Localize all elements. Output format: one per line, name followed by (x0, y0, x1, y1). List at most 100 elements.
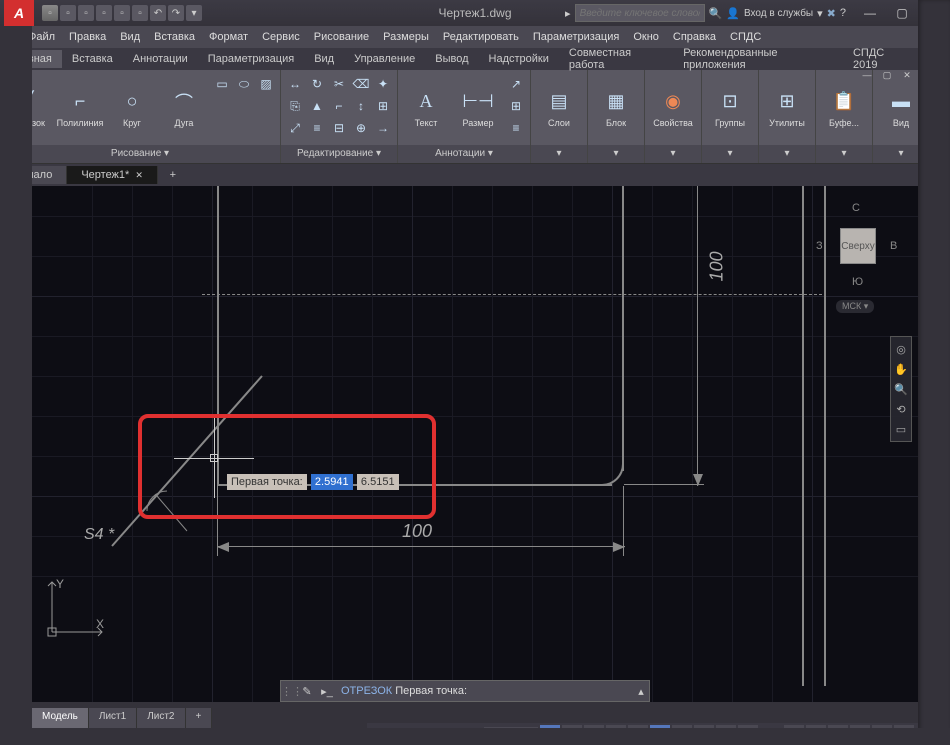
signin-icon[interactable]: 👤 (726, 7, 740, 20)
extend-icon[interactable]: → (373, 118, 393, 138)
array-icon[interactable]: ⊞ (373, 96, 393, 116)
viewcube-face[interactable]: Сверху (840, 228, 876, 264)
menu-help[interactable]: Справка (667, 29, 722, 45)
menu-insert[interactable]: Вставка (148, 29, 201, 45)
viewcube-north[interactable]: С (852, 202, 860, 214)
exchange-icon[interactable]: ✖ (827, 7, 836, 20)
hatch-icon[interactable]: ▨ (256, 74, 276, 94)
menu-modify[interactable]: Редактировать (437, 29, 525, 45)
nav-pan-icon[interactable]: ✋ (891, 359, 911, 379)
text-button[interactable]: АТекст (402, 74, 450, 141)
mirror-icon[interactable]: ▲ (307, 96, 327, 116)
menu-view[interactable]: Вид (114, 29, 146, 45)
nav-zoom-icon[interactable]: 🔍 (891, 379, 911, 399)
panel-utils-title[interactable]: ▾ (759, 145, 815, 163)
properties-button[interactable]: ◉Свойства (649, 74, 697, 141)
nav-showmotion-icon[interactable]: ▭ (891, 419, 911, 439)
panel-layers-title[interactable]: ▾ (531, 145, 587, 163)
panel-props-title[interactable]: ▾ (645, 145, 701, 163)
ribbon-tab-addins[interactable]: Надстройки (479, 50, 559, 68)
command-line[interactable]: ⋮⋮ ✎ ▸_ ОТРЕЗОК Первая точка: ▴ (280, 680, 650, 702)
block-button[interactable]: ▦Блок (592, 74, 640, 141)
menu-draw[interactable]: Рисование (308, 29, 375, 45)
tab-layout1[interactable]: Лист1 (89, 708, 137, 728)
dimension-button[interactable]: ⊢⊣Размер (454, 74, 502, 141)
qat-redo-icon[interactable]: ↷ (168, 5, 184, 21)
qat-open-icon[interactable]: ▫ (60, 5, 76, 21)
panel-annot-title[interactable]: Аннотации ▾ (398, 145, 530, 163)
viewcube-wcs[interactable]: МСК ▾ (836, 300, 874, 313)
groups-button[interactable]: ⊡Группы (706, 74, 754, 141)
maximize-button[interactable]: ▢ (886, 0, 918, 26)
nav-orbit-icon[interactable]: ⟲ (891, 399, 911, 419)
arc-button[interactable]: ⌒Дуга (160, 74, 208, 141)
menu-parametric[interactable]: Параметризация (527, 29, 625, 45)
menu-window[interactable]: Окно (627, 29, 665, 45)
viewcube-east[interactable]: В (890, 240, 897, 252)
qat-saveas-icon[interactable]: ▫ (96, 5, 112, 21)
panel-draw-title[interactable]: Рисование ▾ (0, 145, 280, 163)
cmd-grip-icon[interactable]: ⋮⋮ (281, 685, 297, 698)
help-icon[interactable]: ? (840, 7, 846, 19)
circle-button[interactable]: ○Круг (108, 74, 156, 141)
utilities-button[interactable]: ⊞Утилиты (763, 74, 811, 141)
qat-save-icon[interactable]: ▫ (78, 5, 94, 21)
viewcube[interactable]: Сверху С Ю В З МСК ▾ (806, 194, 906, 294)
doc-close-icon[interactable]: ✕ (898, 70, 916, 84)
panel-modify-title[interactable]: Редактирование ▾ (281, 145, 397, 163)
nav-wheel-icon[interactable]: ◎ (891, 339, 911, 359)
ribbon-tab-insert[interactable]: Вставка (62, 50, 123, 68)
leader-icon[interactable]: ↗ (506, 74, 526, 94)
ribbon-tab-manage[interactable]: Управление (344, 50, 425, 68)
drawing-canvas[interactable]: // generated inline below via template; … (32, 186, 918, 702)
ellipse-icon[interactable]: ⬭ (234, 74, 254, 94)
break-icon[interactable]: ⊟ (329, 118, 349, 138)
offset-icon[interactable]: ≡ (307, 118, 327, 138)
menu-tools[interactable]: Сервис (256, 29, 306, 45)
fillet-icon[interactable]: ⌐ (329, 96, 349, 116)
tab-model[interactable]: Модель (32, 708, 89, 728)
qat-print-icon[interactable]: ▫ (132, 5, 148, 21)
join-icon[interactable]: ⊕ (351, 118, 371, 138)
panel-groups-title[interactable]: ▾ (702, 145, 758, 163)
copy-icon[interactable]: ⎘ (285, 96, 305, 116)
cmd-text[interactable]: ОТРЕЗОК Первая точка: (337, 685, 633, 697)
app-logo[interactable]: A (4, 0, 34, 26)
ribbon-tab-annotate[interactable]: Аннотации (123, 50, 198, 68)
clipboard-button[interactable]: 📋Буфе... (820, 74, 868, 141)
rotate-icon[interactable]: ↻ (307, 74, 327, 94)
scale-icon[interactable]: ⤢ (285, 118, 305, 138)
doc-min-icon[interactable]: — (858, 70, 876, 84)
qat-cloud-icon[interactable]: ▫ (114, 5, 130, 21)
qat-undo-icon[interactable]: ↶ (150, 5, 166, 21)
table-icon[interactable]: ⊞ (506, 96, 526, 116)
search-input[interactable] (575, 4, 705, 22)
trim-icon[interactable]: ✂ (329, 74, 349, 94)
panel-clip-title[interactable]: ▾ (816, 145, 872, 163)
dyn-input-y[interactable]: 6.5151 (357, 474, 399, 490)
ribbon-tab-output[interactable]: Вывод (425, 50, 478, 68)
tab-layout2[interactable]: Лист2 (137, 708, 185, 728)
layers-button[interactable]: ▤Слои (535, 74, 583, 141)
rect-icon[interactable]: ▭ (212, 74, 232, 94)
polyline-button[interactable]: ⌐Полилиния (56, 74, 104, 141)
tab-add-layout[interactable]: + (186, 708, 213, 728)
minimize-button[interactable]: — (854, 0, 886, 26)
cmd-customize-icon[interactable]: ✎ (297, 685, 317, 698)
signin-label[interactable]: Вход в службы (744, 8, 813, 19)
erase-icon[interactable]: ⌫ (351, 74, 371, 94)
qat-new-icon[interactable]: ▫ (42, 5, 58, 21)
doc-tab-close-icon[interactable]: ✕ (135, 170, 143, 180)
doc-tab-add[interactable]: + (158, 166, 188, 184)
mtext-icon[interactable]: ≡ (506, 118, 526, 138)
doc-max-icon[interactable]: ▢ (878, 70, 896, 84)
menu-spds[interactable]: СПДС (724, 29, 767, 45)
move-icon[interactable]: ↔ (285, 74, 305, 94)
qat-dropdown-icon[interactable]: ▾ (186, 5, 202, 21)
menu-dimension[interactable]: Размеры (377, 29, 435, 45)
doc-tab-active[interactable]: Чертеж1*✕ (67, 166, 158, 184)
signin-dropdown-icon[interactable]: ▾ (817, 7, 823, 20)
panel-block-title[interactable]: ▾ (588, 145, 644, 163)
stretch-icon[interactable]: ↕ (351, 96, 371, 116)
menu-edit[interactable]: Правка (63, 29, 112, 45)
